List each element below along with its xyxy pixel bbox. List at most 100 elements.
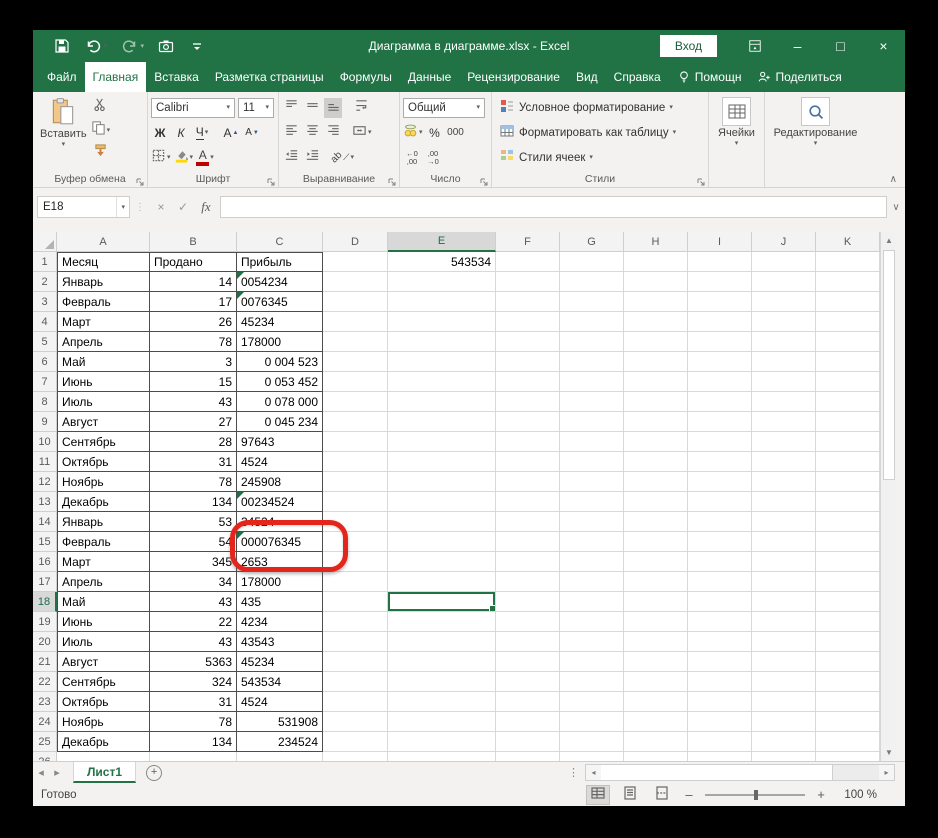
row-header-22[interactable]: 22 [33, 672, 57, 692]
cell-F14[interactable] [496, 512, 560, 532]
cell-J25[interactable] [752, 732, 816, 752]
row-header-14[interactable]: 14 [33, 512, 57, 532]
clipboard-dialog-launcher[interactable] [135, 174, 145, 184]
cell-A9[interactable]: Август [57, 412, 150, 432]
cell-D23[interactable] [323, 692, 388, 712]
cell-C20[interactable]: 43543 [237, 632, 323, 652]
cell-F10[interactable] [496, 432, 560, 452]
column-header-K[interactable]: K [816, 232, 880, 252]
sign-in-button[interactable]: Вход [660, 35, 717, 57]
accounting-format-button[interactable]: ▾ [403, 123, 423, 143]
cell-B23[interactable]: 31 [150, 692, 237, 712]
tab-Поделиться[interactable]: Поделиться [749, 62, 849, 92]
cell-B8[interactable]: 43 [150, 392, 237, 412]
cut-button[interactable] [91, 97, 111, 117]
cell-I20[interactable] [688, 632, 752, 652]
cell-F16[interactable] [496, 552, 560, 572]
conditional-formatting-button[interactable]: Условное форматирование▾ [495, 95, 705, 120]
cell-F25[interactable] [496, 732, 560, 752]
cell-F3[interactable] [496, 292, 560, 312]
cell-D25[interactable] [323, 732, 388, 752]
cell-D22[interactable] [323, 672, 388, 692]
cell-C25[interactable]: 234524 [237, 732, 323, 752]
cell-B7[interactable]: 15 [150, 372, 237, 392]
cell-K24[interactable] [816, 712, 880, 732]
cell-K8[interactable] [816, 392, 880, 412]
select-all-button[interactable] [33, 232, 57, 252]
cell-D24[interactable] [323, 712, 388, 732]
alignment-dialog-launcher[interactable] [387, 174, 397, 184]
cell-K9[interactable] [816, 412, 880, 432]
cell-F9[interactable] [496, 412, 560, 432]
wrap-text-button[interactable] [352, 98, 370, 118]
cell-J15[interactable] [752, 532, 816, 552]
cell-D5[interactable] [323, 332, 388, 352]
cell-C21[interactable]: 45234 [237, 652, 323, 672]
cell-styles-button[interactable]: Стили ячеек▾ [495, 145, 705, 170]
cell-H8[interactable] [624, 392, 688, 412]
cell-E16[interactable] [388, 552, 496, 572]
undo-button[interactable]: ▾ [84, 37, 108, 55]
align-top-button[interactable] [282, 98, 300, 118]
cell-C24[interactable]: 531908 [237, 712, 323, 732]
percent-style-button[interactable]: % [426, 123, 444, 143]
cell-E8[interactable] [388, 392, 496, 412]
cell-C9[interactable]: 0 045 234 [237, 412, 323, 432]
cell-A1[interactable]: Месяц [57, 252, 150, 272]
cell-I3[interactable] [688, 292, 752, 312]
cell-D20[interactable] [323, 632, 388, 652]
row-header-20[interactable]: 20 [33, 632, 57, 652]
cell-J14[interactable] [752, 512, 816, 532]
cell-A3[interactable]: Февраль [57, 292, 150, 312]
sheetbar-splitter[interactable]: ⋮ [568, 766, 579, 779]
row-header-24[interactable]: 24 [33, 712, 57, 732]
row-header-12[interactable]: 12 [33, 472, 57, 492]
row-header-8[interactable]: 8 [33, 392, 57, 412]
cell-H21[interactable] [624, 652, 688, 672]
cell-B5[interactable]: 78 [150, 332, 237, 352]
cell-A21[interactable]: Август [57, 652, 150, 672]
cell-B22[interactable]: 324 [150, 672, 237, 692]
cell-F7[interactable] [496, 372, 560, 392]
cell-K26[interactable] [816, 752, 880, 761]
cell-H25[interactable] [624, 732, 688, 752]
cell-C26[interactable] [237, 752, 323, 761]
cell-H13[interactable] [624, 492, 688, 512]
cell-B11[interactable]: 31 [150, 452, 237, 472]
cell-E14[interactable] [388, 512, 496, 532]
row-header-3[interactable]: 3 [33, 292, 57, 312]
cell-H3[interactable] [624, 292, 688, 312]
font-size-select[interactable]: 11▾ [238, 98, 274, 118]
zoom-in-button[interactable]: + [815, 787, 827, 802]
cell-H16[interactable] [624, 552, 688, 572]
cell-F22[interactable] [496, 672, 560, 692]
cell-I11[interactable] [688, 452, 752, 472]
fill-handle[interactable] [489, 605, 495, 611]
name-box-dropdown-icon[interactable]: ▾ [116, 197, 129, 217]
cell-K12[interactable] [816, 472, 880, 492]
cell-F13[interactable] [496, 492, 560, 512]
cell-F5[interactable] [496, 332, 560, 352]
row-header-7[interactable]: 7 [33, 372, 57, 392]
cell-E15[interactable] [388, 532, 496, 552]
cell-J20[interactable] [752, 632, 816, 652]
cell-C6[interactable]: 0 004 523 [237, 352, 323, 372]
cell-I21[interactable] [688, 652, 752, 672]
cell-G23[interactable] [560, 692, 624, 712]
cell-D13[interactable] [323, 492, 388, 512]
cell-G26[interactable] [560, 752, 624, 761]
scroll-down-icon[interactable]: ▼ [881, 744, 897, 761]
cell-A18[interactable]: Май [57, 592, 150, 612]
cell-E4[interactable] [388, 312, 496, 332]
cell-A24[interactable]: Ноябрь [57, 712, 150, 732]
expand-formula-bar-icon[interactable]: ∨ [887, 202, 905, 213]
cell-G12[interactable] [560, 472, 624, 492]
cell-A5[interactable]: Апрель [57, 332, 150, 352]
cell-I5[interactable] [688, 332, 752, 352]
cell-I1[interactable] [688, 252, 752, 272]
increase-decimal-button[interactable]: ←0,00 [403, 148, 421, 168]
column-header-I[interactable]: I [688, 232, 752, 252]
cell-K3[interactable] [816, 292, 880, 312]
underline-button[interactable]: Ч▾ [193, 123, 211, 143]
cell-A10[interactable]: Сентябрь [57, 432, 150, 452]
